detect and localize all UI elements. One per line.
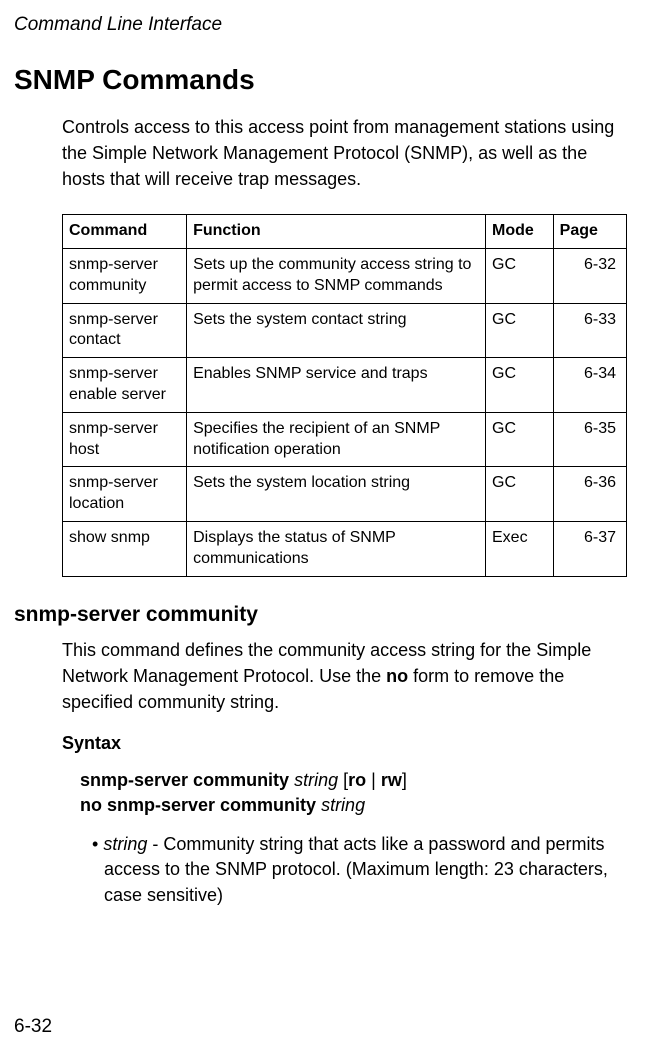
syntax-line-1: snmp-server community string [ro | rw] — [80, 768, 627, 793]
bullet-rest: - Community string that acts like a pass… — [104, 834, 608, 904]
cell-page: 6-36 — [553, 467, 626, 522]
cell-command: snmp-server location — [63, 467, 187, 522]
syntax-block: snmp-server community string [ro | rw] n… — [80, 768, 627, 818]
table-row: snmp-server host Specifies the recipient… — [63, 412, 627, 467]
section-description: This command defines the community acces… — [62, 637, 627, 715]
cell-page: 6-35 — [553, 412, 626, 467]
cell-function: Sets the system location string — [187, 467, 486, 522]
syntax-ro: ro — [348, 770, 366, 790]
cell-mode: GC — [486, 303, 554, 358]
cell-command: snmp-server community — [63, 249, 187, 304]
section-title: snmp-server community — [14, 603, 627, 627]
intro-text: Controls access to this access point fro… — [62, 114, 627, 192]
th-command: Command — [63, 215, 187, 249]
cell-page: 6-34 — [553, 358, 626, 413]
cell-function: Displays the status of SNMP communicatio… — [187, 522, 486, 577]
th-function: Function — [187, 215, 486, 249]
syntax-no-cmd: no snmp-server community — [80, 795, 321, 815]
th-mode: Mode — [486, 215, 554, 249]
cell-mode: GC — [486, 412, 554, 467]
bullet-string: • string - Community string that acts li… — [92, 832, 627, 908]
bullet-marker: • — [92, 834, 98, 854]
cell-mode: GC — [486, 358, 554, 413]
syntax-rw: rw — [381, 770, 402, 790]
bullet-italic: string — [103, 834, 147, 854]
table-row: snmp-server community Sets up the commun… — [63, 249, 627, 304]
table-row: snmp-server location Sets the system loc… — [63, 467, 627, 522]
table-row: snmp-server contact Sets the system cont… — [63, 303, 627, 358]
page-header: Command Line Interface — [14, 14, 627, 36]
th-page: Page — [553, 215, 626, 249]
syntax-line-2: no snmp-server community string — [80, 793, 627, 818]
table-header-row: Command Function Mode Page — [63, 215, 627, 249]
syntax-no-arg: string — [321, 795, 365, 815]
syntax-bracket-close: ] — [402, 770, 407, 790]
cell-command: show snmp — [63, 522, 187, 577]
cell-page: 6-37 — [553, 522, 626, 577]
cell-function: Specifies the recipient of an SNMP notif… — [187, 412, 486, 467]
syntax-heading: Syntax — [62, 733, 627, 754]
syntax-pipe: | — [366, 770, 381, 790]
cell-mode: Exec — [486, 522, 554, 577]
cell-command: snmp-server contact — [63, 303, 187, 358]
cell-mode: GC — [486, 249, 554, 304]
page-number: 6-32 — [14, 1016, 52, 1038]
table-row: snmp-server enable server Enables SNMP s… — [63, 358, 627, 413]
cell-mode: GC — [486, 467, 554, 522]
cell-page: 6-32 — [553, 249, 626, 304]
syntax-cmd: snmp-server community — [80, 770, 294, 790]
commands-table: Command Function Mode Page snmp-server c… — [62, 214, 627, 576]
desc-bold-no: no — [386, 666, 408, 686]
cell-function: Sets up the community access string to p… — [187, 249, 486, 304]
cell-command: snmp-server host — [63, 412, 187, 467]
cell-page: 6-33 — [553, 303, 626, 358]
cell-command: snmp-server enable server — [63, 358, 187, 413]
table-row: show snmp Displays the status of SNMP co… — [63, 522, 627, 577]
cell-function: Sets the system contact string — [187, 303, 486, 358]
main-title: SNMP Commands — [14, 64, 627, 96]
syntax-arg-string: string — [294, 770, 338, 790]
cell-function: Enables SNMP service and traps — [187, 358, 486, 413]
